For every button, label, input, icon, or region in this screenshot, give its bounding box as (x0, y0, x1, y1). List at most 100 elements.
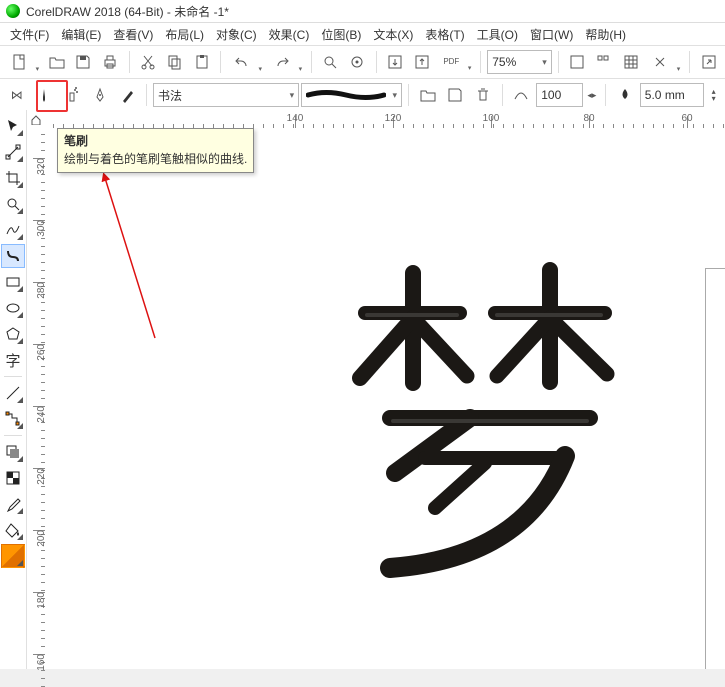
checker-icon (5, 470, 21, 486)
paste-icon (194, 54, 210, 70)
smart-fill-tool[interactable] (1, 544, 25, 568)
chevron-down-icon: ▾ (284, 90, 295, 101)
home-icon (30, 113, 42, 125)
pen-nib-icon (92, 87, 108, 103)
ruler-horizontal[interactable]: 140120100806040 (45, 110, 725, 129)
search-icon (322, 54, 338, 70)
menu-edit[interactable]: 编辑(E) (55, 24, 107, 45)
paste-button[interactable] (189, 48, 214, 76)
menu-effect[interactable]: 效果(C) (263, 24, 316, 45)
publish-pdf-button[interactable]: PDF (436, 48, 474, 76)
connector-tool[interactable] (1, 407, 25, 431)
menu-view[interactable]: 查看(V) (107, 24, 159, 45)
smoothing-spinner[interactable]: ◂▸ (585, 81, 600, 109)
fill-tool[interactable] (1, 518, 25, 542)
snap-button[interactable] (645, 48, 683, 76)
stroke-width-value: 5.0 mm (645, 88, 685, 102)
brush-tool[interactable] (32, 81, 58, 109)
search-button[interactable] (318, 48, 343, 76)
drop-shadow-tool[interactable] (1, 440, 25, 464)
magnifier-icon (5, 196, 21, 212)
text-icon: 字 (5, 350, 20, 371)
tooltip-body: 绘制与着色的笔刷笔触相似的曲线. (64, 151, 247, 168)
stroke-width-spinner[interactable]: ▴▾ (706, 81, 721, 109)
undo-icon (234, 54, 250, 70)
title-bar: CorelDRAW 2018 (64-Bit) - 未命名 -1* (0, 0, 725, 23)
smoothing-input[interactable]: 100 (536, 83, 582, 107)
smoothing-button[interactable] (509, 81, 535, 109)
browse-button[interactable] (415, 81, 441, 109)
delete-brush-button[interactable] (470, 81, 496, 109)
ruler-vertical[interactable]: 320300280260240220200180160 (27, 128, 46, 669)
brush-stroke-combo[interactable]: ▾ (301, 83, 402, 107)
cut-button[interactable] (136, 48, 161, 76)
preset-tool[interactable]: ⋈ (4, 81, 30, 109)
dimension-tool[interactable] (1, 381, 25, 405)
pressure-tool[interactable] (114, 81, 140, 109)
new-doc-icon (11, 54, 27, 70)
brush-icon (36, 87, 52, 103)
save-button[interactable] (71, 48, 96, 76)
menu-window[interactable]: 窗口(W) (524, 24, 579, 45)
property-bar: ⋈ 书法▾ ▾ 100 ◂▸ 5.0 mm ▴▾ (0, 79, 725, 112)
ruler-top-label: 140 (287, 113, 304, 124)
menu-layout[interactable]: 布局(L) (159, 24, 210, 45)
stroke-width-input[interactable]: 5.0 mm (640, 83, 704, 107)
folder-icon (420, 87, 436, 103)
shape-tool[interactable] (1, 140, 25, 164)
smoothing-value: 100 (541, 88, 561, 102)
droplet-icon (617, 87, 633, 103)
copy-button[interactable] (162, 48, 187, 76)
save-icon (447, 87, 463, 103)
menu-text[interactable]: 文本(X) (367, 24, 419, 45)
stroke-width-icon-button[interactable] (612, 81, 638, 109)
brush-category-combo[interactable]: 书法▾ (153, 83, 299, 107)
snap-icon (652, 54, 668, 70)
save-brush-button[interactable] (443, 81, 469, 109)
options-button[interactable] (696, 48, 721, 76)
menu-help[interactable]: 帮助(H) (579, 24, 632, 45)
rectangle-tool[interactable] (1, 270, 25, 294)
eyedropper-tool[interactable] (1, 492, 25, 516)
rulers-button[interactable] (591, 48, 616, 76)
pick-tool[interactable] (1, 114, 25, 138)
target-button[interactable] (345, 48, 370, 76)
fullscreen-button[interactable] (565, 48, 590, 76)
transparency-tool[interactable] (1, 466, 25, 490)
fullscreen-icon (569, 54, 585, 70)
sprayer-tool[interactable] (59, 81, 85, 109)
bowtie-icon: ⋈ (11, 88, 23, 102)
undo-button[interactable] (227, 48, 265, 76)
menu-bitmap[interactable]: 位图(B) (315, 24, 367, 45)
menu-file[interactable]: 文件(F) (4, 24, 55, 45)
export-button[interactable] (409, 48, 434, 76)
save-icon (75, 54, 91, 70)
new-button[interactable] (4, 48, 42, 76)
open-button[interactable] (44, 48, 69, 76)
redo-button[interactable] (267, 48, 305, 76)
calligraphic-tool[interactable] (87, 81, 113, 109)
menu-object[interactable]: 对象(C) (210, 24, 263, 45)
zoom-combo[interactable]: 75% ▾ (487, 50, 551, 74)
zoom-tool[interactable] (1, 192, 25, 216)
grid-icon (623, 54, 639, 70)
print-button[interactable] (98, 48, 123, 76)
chevron-down-icon: ▾ (536, 57, 547, 68)
menu-tools[interactable]: 工具(O) (471, 24, 524, 45)
canvas[interactable]: 笔刷 绘制与着色的笔刷笔触相似的曲线. (45, 128, 725, 669)
freehand-tool[interactable] (1, 218, 25, 242)
menu-table[interactable]: 表格(T) (419, 24, 470, 45)
shadow-icon (5, 444, 21, 460)
connector-icon (5, 411, 21, 427)
artistic-media-tool[interactable] (1, 244, 25, 268)
crop-tool[interactable] (1, 166, 25, 190)
grid-button[interactable] (618, 48, 643, 76)
polygon-icon (5, 326, 21, 342)
zoom-value: 75% (492, 55, 516, 69)
text-tool[interactable]: 字 (1, 348, 25, 372)
app-icon (6, 4, 20, 18)
polygon-tool[interactable] (1, 322, 25, 346)
import-button[interactable] (383, 48, 408, 76)
ruler-origin[interactable] (27, 110, 46, 129)
ellipse-tool[interactable] (1, 296, 25, 320)
